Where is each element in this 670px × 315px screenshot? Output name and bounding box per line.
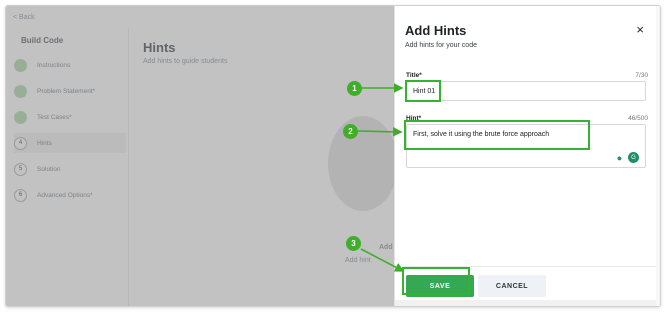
modal-overlay[interactable]: [6, 6, 394, 306]
hint-char-counter: 46/500: [628, 115, 648, 122]
grammarly-icon[interactable]: G: [628, 152, 639, 163]
cancel-button[interactable]: CANCEL: [478, 275, 546, 297]
textarea-tools: ● G: [614, 152, 639, 163]
vertical-scrollbar[interactable]: [656, 6, 660, 306]
title-char-counter: 7/30: [635, 72, 648, 79]
hint-bulb-icon[interactable]: ●: [614, 152, 625, 163]
annotation-badge: 3: [346, 236, 361, 251]
title-field-label: Title*: [406, 72, 422, 79]
drawer-title: Add Hints: [405, 23, 467, 38]
hint-textarea-highlight: [404, 120, 590, 150]
close-icon[interactable]: ×: [636, 23, 644, 36]
app-window: < Back Build Code Instructions Problem S…: [5, 5, 661, 307]
save-button-highlight: [402, 267, 470, 295]
drawer-subtitle: Add hints for your code: [405, 42, 477, 49]
add-hints-drawer: Add Hints Add hints for your code × Titl…: [394, 6, 660, 306]
title-input-highlight: [405, 80, 441, 102]
annotation-badge: 2: [343, 124, 358, 139]
annotation-badge: 1: [347, 81, 362, 96]
title-input[interactable]: Hint 01: [406, 81, 646, 101]
horizontal-scrollbar[interactable]: [395, 300, 660, 306]
